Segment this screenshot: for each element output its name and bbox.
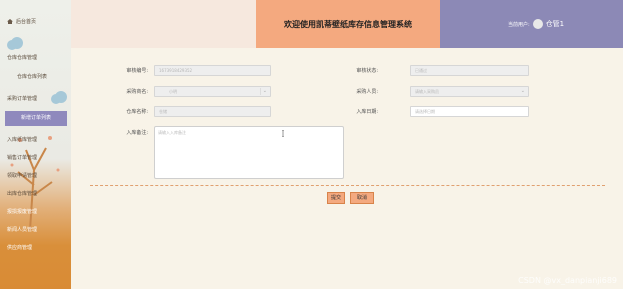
sidebar-item-label: 采购订单管理 [7,96,38,102]
select-divider [260,88,261,95]
text-cursor-icon [282,130,284,137]
review-status-label: 审核状态: [356,68,378,74]
avatar[interactable] [532,19,543,29]
order-no-label: 审核编号: [126,68,148,74]
sidebar-item-damage-mgmt[interactable]: 报损报废管理 [0,204,71,221]
sidebar-item-claim-mgmt[interactable]: 领取申请管理 [0,168,71,185]
sidebar-item-label: 报损报废管理 [7,209,38,215]
purchaser-value: 请输入采购员 [415,89,439,94]
current-user-label: 当前用户: [508,21,530,28]
sidebar-item-label: 出库仓库管理 [7,191,38,197]
order-no-field[interactable]: 1673918429352 [154,65,271,76]
sidebar-item-supplier-mgmt[interactable]: 供应商管理 [0,240,71,257]
remark-label: 入库备注: [126,130,148,136]
sidebar-item-new-order-list[interactable]: 新增订单列表 [5,111,67,126]
sidebar-item-label: 销售订单管理 [7,155,38,161]
remark-textarea[interactable]: 请输入入库备注 [154,126,344,179]
header-left-panel [71,0,256,48]
watermark: CSDN @vx_danpianji689 [518,276,617,285]
cancel-button[interactable]: 取消 [350,192,374,204]
sidebar-item-sales-mgmt[interactable]: 销售订单管理 [0,150,71,167]
header-title-panel: 欢迎使用凯蒂壁纸库存信息管理系统 [256,0,440,48]
sidebar-item-label: 新增订单列表 [20,115,51,121]
sidebar-item-label: 后台首页 [16,19,37,25]
warehouse-field[interactable]: 仓储 [154,106,271,117]
purchaser-select[interactable]: 请输入采购员 ⌄ [410,86,529,97]
sidebar-item-label: 仓库仓库管理 [7,55,38,61]
divider [90,185,605,186]
sidebar-item-label: 供应商管理 [7,245,33,251]
sidebar-item-label: 领取申请管理 [7,173,38,179]
supplier-value: 小明 [169,89,177,94]
submit-button[interactable]: 提交 [327,192,345,204]
sidebar-item-warehouse-mgmt[interactable]: 仓库仓库管理 [0,50,71,67]
supplier-label: 采购商名: [126,89,148,95]
sidebar-item-label: 新闻人员管理 [7,227,38,233]
header-user-panel: 当前用户: 仓管1 [440,0,623,48]
warehouse-label: 仓库名称: [126,109,148,115]
sidebar-item-label: 入库纸库管理 [7,137,38,143]
in-date-input[interactable]: 请选择日期 [410,106,529,117]
sidebar-item-home[interactable]: 后台首页 [0,14,71,31]
sidebar-item-inbound-mgmt[interactable]: 入库纸库管理 [0,132,71,149]
sidebar-item-warehouse-list[interactable]: 仓库仓库列表 [0,69,71,86]
remark-placeholder: 请输入入库备注 [158,130,186,135]
home-icon [7,19,13,24]
review-status-field[interactable]: 已通过 [410,65,529,76]
sidebar-item-label: 仓库仓库列表 [17,74,48,80]
supplier-select[interactable]: 小明 ⌄ [154,86,271,97]
sidebar-item-purchase-mgmt[interactable]: 采购订单管理 [0,91,71,108]
in-date-label: 入库日期: [356,109,378,115]
sidebar-item-staff-mgmt[interactable]: 新闻人员管理 [0,222,71,239]
user-name[interactable]: 仓管1 [546,19,564,29]
page-title: 欢迎使用凯蒂壁纸库存信息管理系统 [284,19,412,29]
chevron-down-icon: ⌄ [262,88,267,94]
purchaser-label: 采购人员: [356,89,378,95]
sidebar: 后台首页 仓库仓库管理 仓库仓库列表 采购订单管理 新增订单列表 入库纸库管理 … [0,0,71,289]
sidebar-item-outbound-mgmt[interactable]: 出库仓库管理 [0,186,71,203]
chevron-down-icon: ⌄ [520,88,525,94]
